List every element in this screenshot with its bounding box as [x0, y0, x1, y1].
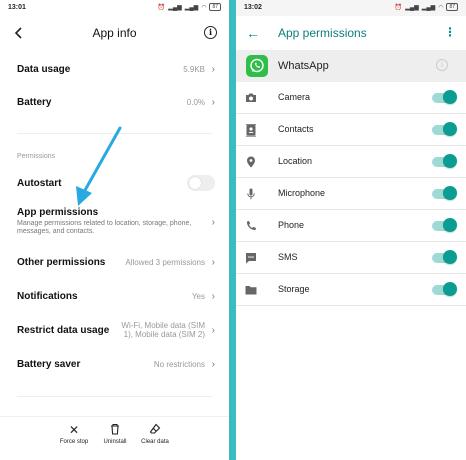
- permission-row-storage[interactable]: Storage: [236, 274, 466, 306]
- permission-row-location[interactable]: Location: [236, 146, 466, 178]
- permission-label: Microphone: [278, 188, 326, 198]
- annotation-arrow: [76, 126, 122, 206]
- permission-toggle-contacts[interactable]: [432, 122, 457, 136]
- permission-toggle-storage[interactable]: [432, 282, 457, 296]
- permission-row-phone[interactable]: Phone: [236, 210, 466, 242]
- permission-label: Camera: [278, 92, 311, 102]
- permission-label: Location: [278, 156, 313, 166]
- permission-label: Phone: [278, 220, 305, 230]
- alarm-icon: ⏰: [394, 4, 403, 11]
- app-header-row: WhatsApp i: [236, 50, 466, 82]
- permission-row-sms[interactable]: SMS: [236, 242, 466, 274]
- permission-toggle-camera[interactable]: [432, 90, 457, 104]
- battery-icon: 87: [446, 3, 458, 11]
- whatsapp-logo-icon: [246, 55, 268, 77]
- permission-label: Contacts: [278, 124, 314, 134]
- status-icons: ⏰ ▂▄▆ ▂▄▆ ◠ 87: [395, 3, 458, 11]
- permission-label: Storage: [278, 284, 310, 294]
- folder-icon: [244, 283, 258, 297]
- app-info-screen: 13:01 ⏰ ▂▄▆ ▂▄▆ ◠ 87 App info i Data usa…: [0, 0, 229, 460]
- permission-label: SMS: [278, 252, 298, 262]
- status-bar: 13:02 ⏰ ▂▄▆ ▂▄▆ ◠ 87: [236, 0, 466, 16]
- permission-row-camera[interactable]: Camera: [236, 82, 466, 114]
- phone-icon: [244, 219, 258, 233]
- app-permissions-screen: 13:02 ⏰ ▂▄▆ ▂▄▆ ◠ 87 ← App permissions ⋮…: [236, 0, 466, 460]
- permission-toggle-location[interactable]: [432, 154, 457, 168]
- status-time: 13:02: [244, 4, 262, 11]
- contacts-icon: [244, 123, 258, 137]
- permission-toggle-microphone[interactable]: [432, 186, 457, 200]
- permission-row-contacts[interactable]: Contacts: [236, 114, 466, 146]
- wifi-icon: ◠: [438, 4, 444, 11]
- page-title: App permissions: [278, 26, 367, 40]
- permission-row-microphone[interactable]: Microphone: [236, 178, 466, 210]
- permission-toggle-phone[interactable]: [432, 218, 457, 232]
- app-name: WhatsApp: [278, 60, 329, 72]
- signal-icon: ▂▄▆: [421, 4, 436, 11]
- back-arrow-icon[interactable]: ←: [246, 25, 260, 41]
- app-bar: ← App permissions ⋮: [236, 16, 466, 50]
- permission-toggle-sms[interactable]: [432, 250, 457, 264]
- signal-icon: ▂▄▆: [405, 4, 419, 11]
- panel-separator: [229, 0, 236, 460]
- info-icon[interactable]: i: [436, 59, 448, 71]
- microphone-icon: [244, 187, 258, 201]
- more-options-icon[interactable]: ⋮: [444, 25, 456, 39]
- camera-icon: [244, 91, 258, 105]
- location-icon: [244, 155, 258, 169]
- sms-icon: [244, 251, 258, 265]
